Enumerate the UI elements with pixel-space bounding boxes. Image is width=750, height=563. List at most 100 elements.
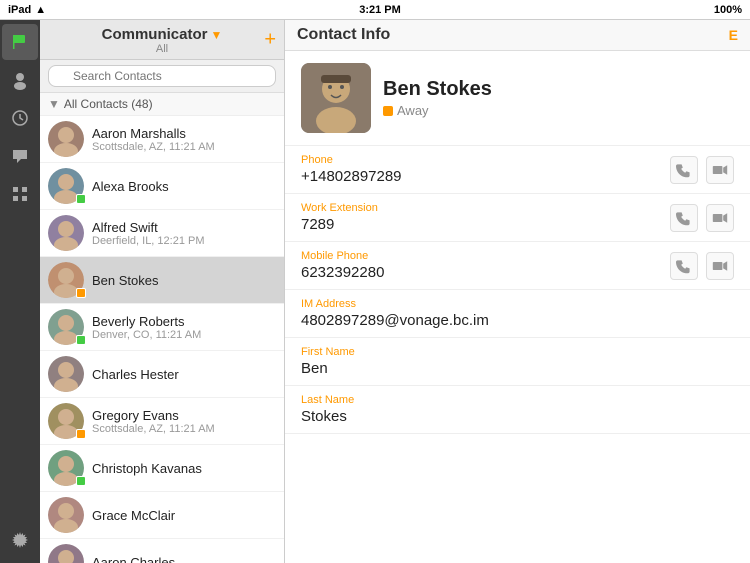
- time-label: 3:21 PM: [359, 4, 401, 16]
- status-dot: [76, 288, 86, 298]
- all-contacts-header[interactable]: ▼ All Contacts (48): [40, 93, 284, 116]
- profile-avatar: [301, 63, 371, 133]
- field-value: 6232392280: [301, 264, 670, 281]
- contact-meta: Scottsdale, AZ, 11:21 AM: [92, 141, 276, 153]
- field-left: Last Name Stokes: [301, 394, 734, 425]
- contact-name: Gregory Evans: [92, 408, 276, 423]
- contact-info-brief: Charles Hester: [92, 367, 276, 382]
- contact-item[interactable]: Grace McClair: [40, 492, 284, 539]
- phone-call-button[interactable]: [670, 156, 698, 184]
- field-label: Mobile Phone: [301, 250, 670, 262]
- contact-item[interactable]: Charles Hester: [40, 351, 284, 398]
- status-dot: [76, 429, 86, 439]
- profile-name: Ben Stokes: [383, 78, 492, 101]
- phone-call-button[interactable]: [670, 204, 698, 232]
- avatar: [48, 121, 84, 157]
- avatar: [48, 356, 84, 392]
- profile-info: Ben Stokes Away: [383, 78, 492, 118]
- contact-item[interactable]: Alexa Brooks: [40, 163, 284, 210]
- contact-item[interactable]: Gregory Evans Scottsdale, AZ, 11:21 AM: [40, 398, 284, 445]
- contact-item[interactable]: Christoph Kavanas: [40, 445, 284, 492]
- contact-list: Aaron Marshalls Scottsdale, AZ, 11:21 AM…: [40, 116, 284, 563]
- contact-info-brief: Aaron Charles: [92, 555, 276, 563]
- avatar: [48, 215, 84, 251]
- field-value: 7289: [301, 216, 670, 233]
- contact-name: Christoph Kavanas: [92, 461, 276, 476]
- detail-header: Contact Info E: [285, 20, 750, 51]
- detail-field: Work Extension 7289: [285, 194, 750, 242]
- carrier-label: iPad: [8, 4, 31, 16]
- contact-item[interactable]: Aaron Marshalls Scottsdale, AZ, 11:21 AM: [40, 116, 284, 163]
- contact-detail-panel: Contact Info E Ben Stokes: [285, 20, 750, 563]
- contact-item[interactable]: Beverly Roberts Denver, CO, 11:21 AM: [40, 304, 284, 351]
- sidebar-item-clock[interactable]: [2, 100, 38, 136]
- contact-info-brief: Gregory Evans Scottsdale, AZ, 11:21 AM: [92, 408, 276, 435]
- detail-field: Phone +14802897289: [285, 146, 750, 194]
- contact-info-brief: Alfred Swift Deerfield, IL, 12:21 PM: [92, 220, 276, 247]
- add-contact-button[interactable]: +: [264, 28, 276, 51]
- field-label: IM Address: [301, 298, 734, 310]
- contact-item[interactable]: Alfred Swift Deerfield, IL, 12:21 PM: [40, 210, 284, 257]
- phone-video-button[interactable]: [706, 156, 734, 184]
- contact-info-brief: Alexa Brooks: [92, 179, 276, 194]
- status-dot: [76, 194, 86, 204]
- field-action: [670, 156, 734, 184]
- avatar-wrapper: [48, 544, 84, 563]
- header-subtitle: All: [102, 43, 223, 55]
- sidebar-item-gear[interactable]: [2, 525, 38, 561]
- status-bar: iPad ▲ 3:21 PM 100%: [0, 0, 750, 20]
- profile-status: Away: [383, 103, 492, 118]
- header-dropdown-icon: ▼: [210, 28, 222, 42]
- contact-meta: Deerfield, IL, 12:21 PM: [92, 235, 276, 247]
- contact-item[interactable]: Aaron Charles: [40, 539, 284, 563]
- phone-video-button[interactable]: [706, 252, 734, 280]
- contact-info-brief: Christoph Kavanas: [92, 461, 276, 476]
- profile-status-label: Away: [397, 103, 429, 118]
- contact-info-brief: Beverly Roberts Denver, CO, 11:21 AM: [92, 314, 276, 341]
- phone-video-button[interactable]: [706, 204, 734, 232]
- all-contacts-label: All Contacts (48): [64, 97, 153, 111]
- avatar-wrapper: [48, 450, 84, 486]
- avatar-wrapper: [48, 356, 84, 392]
- status-dot: [76, 476, 86, 486]
- sidebar-item-chat[interactable]: [2, 138, 38, 174]
- collapse-icon: ▼: [48, 97, 60, 111]
- contact-list-header: Communicator ▼ All +: [40, 20, 284, 60]
- detail-field: Last Name Stokes: [285, 386, 750, 434]
- edit-button[interactable]: E: [729, 27, 738, 43]
- field-value: 4802897289@vonage.bc.im: [301, 312, 734, 329]
- field-value: Ben: [301, 360, 734, 377]
- avatar: [48, 544, 84, 563]
- contact-meta: Denver, CO, 11:21 AM: [92, 329, 276, 341]
- field-left: IM Address 4802897289@vonage.bc.im: [301, 298, 734, 329]
- contact-info-brief: Aaron Marshalls Scottsdale, AZ, 11:21 AM: [92, 126, 276, 153]
- sidebar-item-person[interactable]: [2, 62, 38, 98]
- sidebar-item-grid[interactable]: [2, 176, 38, 212]
- contact-meta: Scottsdale, AZ, 11:21 AM: [92, 423, 276, 435]
- field-label: First Name: [301, 346, 734, 358]
- detail-header-title: Contact Info: [297, 26, 390, 44]
- search-input[interactable]: [48, 65, 276, 87]
- status-dot: [76, 335, 86, 345]
- sidebar-item-flag[interactable]: [2, 24, 38, 60]
- detail-field: IM Address 4802897289@vonage.bc.im: [285, 290, 750, 338]
- field-label: Work Extension: [301, 202, 670, 214]
- field-label: Phone: [301, 154, 670, 166]
- field-value: +14802897289: [301, 168, 670, 185]
- avatar-wrapper: [48, 215, 84, 251]
- search-wrapper: 🔍: [48, 65, 276, 87]
- field-action: [670, 204, 734, 232]
- wifi-icon: ▲: [35, 4, 46, 16]
- field-value: Stokes: [301, 408, 734, 425]
- contact-profile-area: Ben Stokes Away: [285, 51, 750, 146]
- contact-list-panel: Communicator ▼ All + 🔍 ▼ All Contacts (4…: [40, 20, 285, 563]
- contact-item[interactable]: Ben Stokes: [40, 257, 284, 304]
- contact-name: Aaron Marshalls: [92, 126, 276, 141]
- status-left: iPad ▲: [8, 4, 46, 16]
- header-title: Communicator ▼: [102, 26, 223, 43]
- contact-name: Charles Hester: [92, 367, 276, 382]
- avatar: [48, 497, 84, 533]
- search-bar: 🔍: [40, 60, 284, 93]
- avatar-wrapper: [48, 403, 84, 439]
- phone-call-button[interactable]: [670, 252, 698, 280]
